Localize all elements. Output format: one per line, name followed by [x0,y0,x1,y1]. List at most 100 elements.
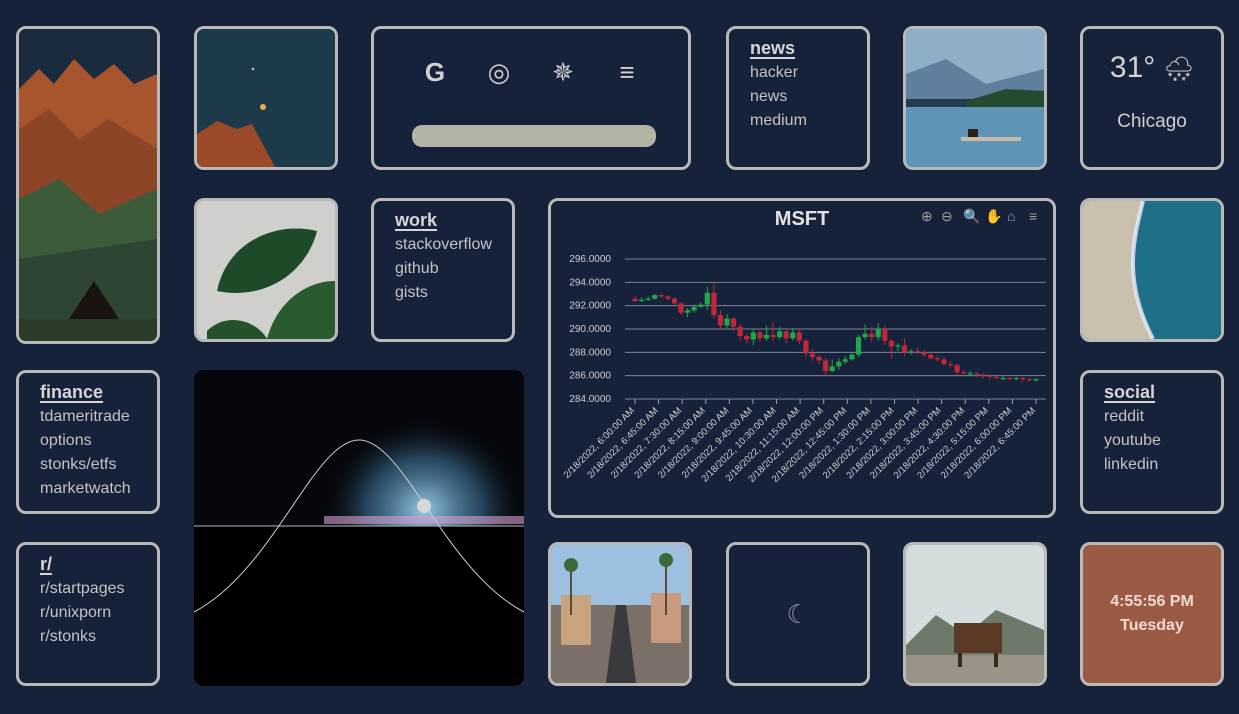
duckduckgo-icon[interactable]: ◎ [486,57,512,87]
candle-body [915,351,921,353]
work-links: work stackoverflow github gists [371,198,515,342]
candle-body [836,361,842,367]
alaska-sign-image [903,542,1047,686]
candle-body [961,372,967,374]
link-news[interactable]: news [750,85,867,109]
candle-body [783,331,789,339]
news-links: news hacker news medium [726,26,870,170]
candle-body [941,359,947,364]
candle-body [875,329,881,338]
sun-path-graphic [194,370,524,686]
candle-body [632,298,638,301]
crescent-moon-small [260,104,266,110]
candle-body [665,296,671,299]
y-tick-label: 290.0000 [569,324,611,335]
candle-body [750,332,756,340]
candle-body [862,333,868,338]
link-r-unixporn[interactable]: r/unixporn [40,601,157,625]
y-tick-label: 288.0000 [569,347,611,358]
candle-body [638,299,645,302]
candle-body [993,376,1000,379]
mountain-art [19,29,157,341]
night-canyon-art [197,29,335,167]
candle-body [967,373,973,375]
candle-body [829,366,835,371]
monstera-leaves [197,201,335,339]
link-medium[interactable]: medium [750,109,867,133]
candle-body [724,318,730,326]
candle-body [947,364,954,366]
weather-widget: 31° 🌨 Chicago [1080,26,1224,170]
candle-body [763,334,770,339]
link-tdameritrade[interactable]: tdameritrade [40,405,157,429]
candle-body [790,332,796,339]
google-icon[interactable]: G [422,57,448,87]
search-input[interactable] [412,125,656,147]
clock-widget: 4:55:56 PM Tuesday [1080,542,1224,686]
candle-body [658,295,664,297]
candle-body [645,298,651,300]
candle-body [678,303,684,313]
link-youtube[interactable]: youtube [1104,429,1221,453]
y-tick-label: 286.0000 [569,371,611,382]
candle-body [770,334,776,338]
candle-body [954,365,960,373]
candle-body [717,315,724,326]
candle-body [842,359,848,362]
link-github[interactable]: github [395,257,512,281]
candle-body [908,351,914,353]
link-reddit[interactable]: reddit [1104,405,1221,429]
search-panel: G ◎ ✵ ≡ [371,26,691,170]
night-sky-canyon-image [194,26,338,170]
crescent-moon-icon[interactable]: ☾ [729,545,867,683]
link-linkedin[interactable]: linkedin [1104,453,1221,477]
alaska-scene [906,545,1044,683]
candle-body [704,292,710,305]
candle-body [777,331,783,338]
pixel-art-mountain-image [16,26,160,344]
candle-body [652,295,658,299]
clock-day: Tuesday [1120,617,1184,634]
candle-body [796,332,802,341]
candle-body [934,358,940,360]
candle-body [816,357,822,361]
sun-dot [417,499,431,513]
candle-body [928,354,934,359]
msft-chart-panel: MSFT ⊕ ⊖ 🔍 ✋ ⌂ ≡ 296.0000 294.0000 292.000… [548,198,1056,518]
finance-heading: finance [40,382,104,402]
y-tick-label: 294.0000 [569,277,611,288]
welcome-sign [954,623,1002,653]
candle-body [888,340,894,347]
candle-body [1007,378,1013,380]
candle-body [744,336,750,340]
work-heading: work [395,210,438,230]
wolframalpha-icon[interactable]: ✵ [550,57,576,87]
candle-body [895,345,901,347]
news-heading: news [750,38,796,58]
link-stackoverflow[interactable]: stackoverflow [395,233,512,257]
candle-body [691,306,697,311]
link-r-stonks[interactable]: r/stonks [40,625,157,649]
candle-body [849,354,855,360]
weather-city: Chicago [1117,111,1187,132]
candle-body [1000,378,1006,380]
link-stonks-etfs[interactable]: stonks/etfs [40,453,157,477]
link-gists[interactable]: gists [395,281,512,305]
link-marketwatch[interactable]: marketwatch [40,477,157,501]
candle-body [1013,378,1019,380]
social-heading: social [1104,382,1156,402]
finance-links: finance tdameritrade options stonks/etfs… [16,370,160,514]
stackoverflow-icon[interactable]: ≡ [614,57,640,87]
link-r-startpages[interactable]: r/startpages [40,577,157,601]
bear [968,129,978,137]
candle-body [671,298,678,304]
social-links: social reddit youtube linkedin [1080,370,1224,514]
candle-body [1026,379,1033,381]
theme-toggle-tile[interactable]: ☾ [726,542,870,686]
link-options[interactable]: options [40,429,157,453]
lake-scene [906,29,1044,167]
link-hacker[interactable]: hacker [750,61,867,85]
candle-body [987,375,993,377]
candle-body [855,337,862,355]
candle-body [737,326,743,336]
